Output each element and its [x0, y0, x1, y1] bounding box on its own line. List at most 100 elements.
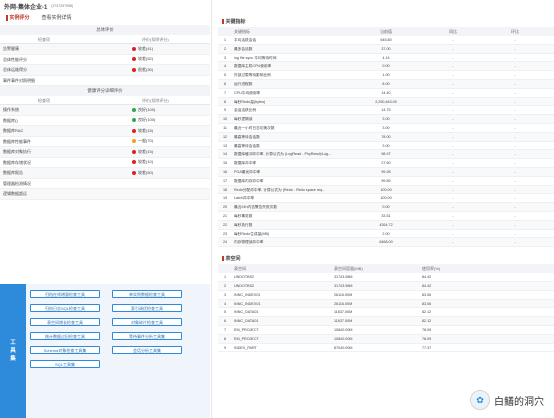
metric-row[interactable]: 4 数据库主机CPU使用率 0.00 - -: [218, 62, 554, 72]
row-label: 数据库存储状况: [3, 159, 31, 165]
metric-row[interactable]: 16 PGA最优命中率 99.28 - -: [218, 167, 554, 177]
metric-name: 最近一小时日志切换次数: [234, 125, 275, 130]
tablespace-row[interactable]: 4 INNC_INDEX01 26116.00M 83.06: [218, 299, 554, 309]
row-label: 总体运维得分: [3, 67, 27, 72]
tool-button[interactable]: 归档在线增量检查工具: [30, 290, 100, 298]
tablespace-row[interactable]: 2 UNDOTBS2 31743.98M 84.42: [218, 281, 554, 291]
tablespace-row[interactable]: 7 EM_PROJECT 10840.00M 78.09: [218, 326, 554, 335]
tablespace-row[interactable]: 6 INNC_DATA01 11637.00M 82.12: [218, 317, 554, 326]
row-value: 较差(15): [138, 127, 154, 133]
metric-row[interactable]: 19 Latch命中率 100.00 - -: [218, 194, 554, 204]
metric-row[interactable]: 9 会话活跃比例 14.75 - -: [218, 106, 554, 116]
mom-value: -: [514, 222, 516, 227]
health-row[interactable]: 数据库() 良好(100): [0, 116, 210, 126]
metric-row[interactable]: 15 数据库命中率 27.50 - -: [218, 159, 554, 168]
health-row[interactable]: 数据库RAC 较差(15): [0, 126, 210, 137]
tablespace-usage: 84.42: [422, 283, 432, 288]
row-label: 总体性能评分: [3, 56, 27, 62]
tool-button[interactable]: 归档日志SQL检查工具: [30, 304, 100, 312]
row-index: 23: [222, 231, 228, 236]
tool-button[interactable]: 单实例数据检查工具: [112, 290, 182, 298]
yoy-value: -: [452, 64, 454, 69]
metric-row[interactable]: 2 最多会话数 37.00 - -: [218, 44, 554, 54]
health-row[interactable]: 数据库性能事件 一般(70): [0, 137, 210, 147]
metric-row[interactable]: 22 每秒执行数 4264.72 - -: [218, 220, 554, 230]
health-rows: 操作系统 良好(100) 数据库() 良好(100) 数据库RAC 较差(15) 数据…: [0, 105, 210, 200]
metric-row[interactable]: 8 每秒Redo量(bytes) 2,250,463.00 - -: [218, 97, 554, 107]
metric-row[interactable]: 7 CPU平均使用率 14.40 - -: [218, 89, 554, 98]
tablespace-row[interactable]: 9 INDEX_PART 87040.00M 77.37: [218, 344, 554, 353]
tablespace-name: INDEX_PART: [234, 345, 257, 350]
metric-name: 数据库命中率: [234, 161, 257, 166]
row-index: 20: [222, 205, 228, 210]
overall-row[interactable]: 总体性能评分 较差(52): [0, 55, 210, 65]
toolset-label-char: 具: [10, 348, 16, 354]
metric-row[interactable]: 14 数据库缓冲命中率, 计算公式为 (LogRead - PhyRead)/Lo…: [218, 150, 554, 160]
metric-row[interactable]: 24 内存物理读命中率 6468.00 - -: [218, 238, 554, 248]
metric-row[interactable]: 6 运行进程数 8.00 - -: [218, 79, 554, 89]
metric-row[interactable]: 3 log file sync 平均等待时间 4.14 - -: [218, 54, 554, 63]
mom-value: -: [514, 117, 516, 122]
right-panel: 关键指标 关键指标 当前值 同比 环比 1 平均活跃会话 645.80 - - 2 最多会话…: [218, 0, 554, 418]
toolset-label-char: 工: [10, 340, 16, 346]
row-index: 4: [223, 301, 227, 306]
metric-row[interactable]: 11 最近一小时日志切换次数 3.00 - -: [218, 124, 554, 133]
mom-value: -: [514, 231, 516, 236]
current-value: 98.97: [381, 152, 391, 157]
metric-row[interactable]: 1 平均活跃会话 645.80 - -: [218, 36, 554, 45]
tablespace-name: INNC_INDEX01: [234, 301, 261, 306]
current-value: 37.00: [381, 46, 391, 51]
tablespace-row[interactable]: 8 EM_PROJECT 10840.00M 78.09: [218, 334, 554, 344]
current-value: 3.00: [382, 125, 390, 130]
row-label: 操作系统: [3, 107, 19, 112]
health-row[interactable]: 数据库对象执行 较差(15): [0, 147, 210, 158]
tab-instance-score[interactable]: 实例评分: [0, 14, 36, 23]
tool-button[interactable]: 索引调优检查工具: [112, 304, 182, 312]
tool-button[interactable]: Schema对象检查工具集: [30, 346, 100, 354]
health-row[interactable]: 数据库报告 较差(50): [0, 168, 210, 179]
metric-name: 最高等待会话数: [234, 143, 260, 148]
metric-row[interactable]: 13 最高等待会话数 3.00 - -: [218, 142, 554, 151]
tablespace-header: 表空间 表空间容量(MB) 使用率(%): [218, 264, 554, 274]
overall-row[interactable]: 告警健康 较差(41): [0, 44, 210, 55]
row-index: 18: [222, 187, 228, 192]
health-row[interactable]: 逻辑数据超远: [0, 189, 210, 200]
mom-value: -: [514, 134, 516, 139]
metric-row[interactable]: 10 每秒逻辑读 3.00 - -: [218, 115, 554, 124]
metric-row[interactable]: 20 最近24h内告警告失败次数 0.00 - -: [218, 203, 554, 212]
tablespace-capacity: 31743.98M: [334, 283, 353, 288]
metric-row[interactable]: 23 每秒Redo生成量(MB) 2.00 - -: [218, 230, 554, 239]
tool-button[interactable]: 对象碎片检查工具: [112, 318, 182, 326]
metric-row[interactable]: 17 数据库内存命中率 99.89 - -: [218, 177, 554, 186]
instance-title: 外网-集体企业-1: [4, 4, 48, 11]
row-index: 5: [223, 310, 227, 315]
tool-button[interactable]: 会话分析工具集: [112, 346, 182, 354]
row-index: 11: [223, 125, 227, 130]
metric-row[interactable]: 18 Redo分配命中率, 计算公式为 (Redo - Redo space re…: [218, 185, 554, 195]
mom-value: -: [514, 169, 516, 174]
metric-row[interactable]: 5 外部过载等待影响比例 1.00 - -: [218, 71, 554, 80]
health-row[interactable]: 操作系统 良好(100): [0, 105, 210, 116]
key-metrics-header: 关键指标 当前值 同比 环比: [218, 27, 554, 36]
metric-name: 每秒事务数: [234, 213, 253, 218]
tablespace-capacity: 10840.00M: [334, 336, 353, 341]
tool-button[interactable]: 表空间增长检查工具: [30, 318, 100, 326]
health-row[interactable]: 管理器检测情况: [0, 179, 210, 189]
row-index: 2: [223, 46, 227, 51]
tab-instance-detail[interactable]: 查看实例详情: [36, 14, 78, 23]
metric-row[interactable]: 21 每秒事务数 33.51 - -: [218, 212, 554, 221]
tablespace-row[interactable]: 3 INNC_INDEX01 26116.00M 83.06: [218, 291, 554, 300]
tablespace-row[interactable]: 1 UNDOTBS2 31743.98M 84.42: [218, 273, 554, 282]
tablespace-row[interactable]: 5 INNC_DATA01 11637.00M 82.12: [218, 308, 554, 318]
health-row[interactable]: 数据库存储状况 较差(10): [0, 158, 210, 168]
row-value: 很差(30): [138, 66, 154, 72]
row-index: 1: [223, 275, 227, 280]
tablespace-usage: 83.06: [422, 292, 432, 297]
overall-row[interactable]: 总体运维得分 很差(30): [0, 65, 210, 76]
tool-button[interactable]: 等待事件分析工具集: [112, 332, 182, 340]
overall-row[interactable]: 事件事件对照明细: [0, 76, 210, 86]
metric-name: 运行进程数: [234, 81, 253, 86]
tool-button[interactable]: SQL工具集: [30, 360, 100, 368]
tool-button[interactable]: 统计数据过旧检查工具: [30, 332, 100, 340]
metric-row[interactable]: 12 最高等待会话数 78.00 - -: [218, 132, 554, 142]
